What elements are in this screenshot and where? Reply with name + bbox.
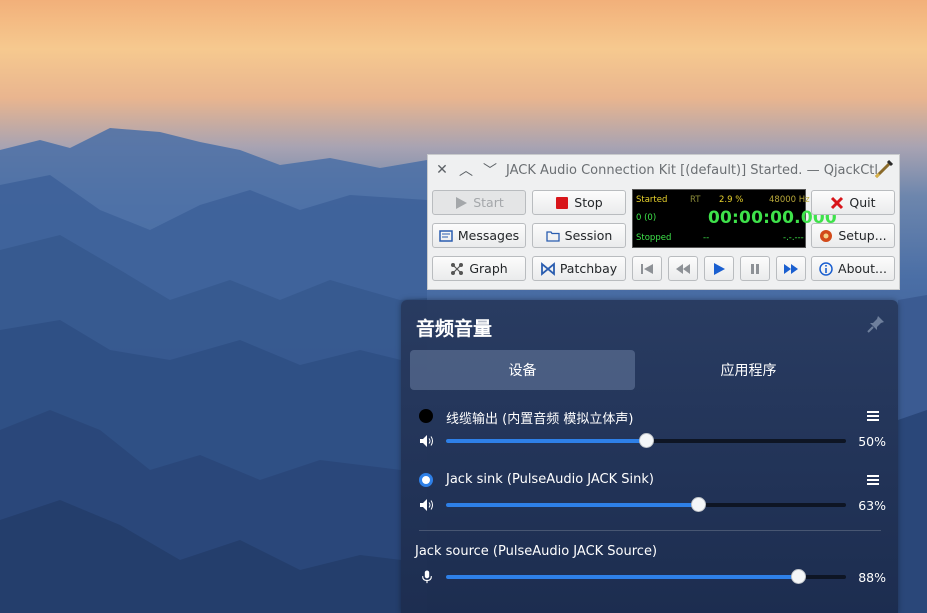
device-name: 线缆输出 (内置音频 模拟立体声) [446,412,634,427]
play-icon [714,262,725,275]
volume-slider-handle[interactable] [691,497,706,512]
volume-slider[interactable] [446,433,846,448]
xrun-count: 0 (0) [636,213,657,223]
qjackctl-titlebar: ✕ ︿ ﹀ JACK Audio Connection Kit [(defaul… [428,155,899,185]
start-label: Start [473,195,504,210]
rewind-to-start-button[interactable] [632,256,662,281]
quit-button[interactable]: Quit [811,190,895,215]
microphone-volume-slider[interactable] [446,569,846,584]
hamburger-menu-icon[interactable] [867,475,879,487]
transport-bpm: -- [703,233,710,243]
messages-icon [439,229,453,242]
stop-button[interactable]: Stop [532,190,626,215]
messages-button[interactable]: Messages [432,223,526,248]
volume-slider[interactable] [446,497,846,512]
graph-label: Graph [469,261,508,276]
status-display: Started RT 2.9 % 48000 Hz 0 (0) 00:00:00… [632,189,837,248]
play-icon [456,196,468,209]
stop-icon [556,196,569,209]
session-button[interactable]: Session [532,223,626,248]
volume-fill [446,439,646,443]
tab-devices[interactable]: 设备 [410,350,635,390]
maximize-icon[interactable]: ︿ [454,160,478,180]
stop-label: Stop [574,195,603,210]
audio-volume-panel: 音频音量 设备 应用程序 线缆输出 (内置音频 模拟立体声) 50% Jack … [401,300,898,613]
patchbay-button[interactable]: Patchbay [532,256,626,281]
folder-icon [545,230,560,242]
section-divider [419,530,881,531]
rewind-button[interactable] [668,256,698,281]
graph-button[interactable]: Graph [432,256,526,281]
start-button[interactable]: Start [432,190,526,215]
transport-bbt: -.-.--- [783,233,804,243]
quit-x-icon [831,196,844,209]
device-name: Jack sink (PulseAudio JACK Sink) [446,472,654,487]
default-device-radio[interactable] [419,409,433,423]
transport-state: Stopped [636,233,672,243]
volume-fill [446,575,798,579]
messages-label: Messages [457,228,520,243]
sample-rate: 48000 Hz [769,195,810,205]
setup-label: Setup... [838,228,887,243]
volume-percent: 88% [858,570,886,585]
volume-percent: 63% [858,498,886,513]
quit-label: Quit [849,195,876,210]
volume-tabs: 设备 应用程序 [410,350,861,390]
volume-percent: 50% [858,434,886,449]
pause-icon [751,263,759,274]
session-label: Session [564,228,613,243]
rewind-icon [676,263,690,274]
dsp-load: 2.9 % [719,195,744,205]
pause-button[interactable] [740,256,770,281]
minimize-icon[interactable]: ﹀ [478,160,502,180]
volume-slider-handle[interactable] [791,569,806,584]
realtime-indicator: RT [690,195,701,205]
graph-icon [451,262,464,275]
server-state: Started [636,195,668,205]
patchbay-icon [540,261,555,276]
volume-fill [446,503,698,507]
fast-forward-icon [784,263,798,274]
source-name: Jack source (PulseAudio JACK Source) [415,544,658,559]
volume-slider-handle[interactable] [639,433,654,448]
fast-forward-button[interactable] [776,256,806,281]
play-button[interactable] [704,256,734,281]
qjackctl-window: ✕ ︿ ﹀ JACK Audio Connection Kit [(defaul… [427,154,900,290]
about-label: About... [838,261,887,276]
microphone-icon[interactable] [421,570,433,584]
tab-applications[interactable]: 应用程序 [636,350,861,390]
hamburger-menu-icon[interactable] [867,411,879,423]
qjackctl-app-icon [874,159,894,179]
speaker-icon[interactable] [419,498,435,512]
window-title: JACK Audio Connection Kit [(default)] St… [506,162,878,178]
about-button[interactable]: About... [811,256,895,281]
pin-icon[interactable] [866,314,886,334]
patchbay-label: Patchbay [559,261,618,276]
setup-gear-icon [820,229,833,242]
skip-back-icon [641,263,653,274]
close-icon[interactable]: ✕ [430,162,454,178]
panel-title: 音频音量 [416,318,493,340]
setup-button[interactable]: Setup... [811,223,895,248]
default-device-radio[interactable] [419,473,433,487]
speaker-icon[interactable] [419,434,435,448]
info-icon [819,261,833,276]
